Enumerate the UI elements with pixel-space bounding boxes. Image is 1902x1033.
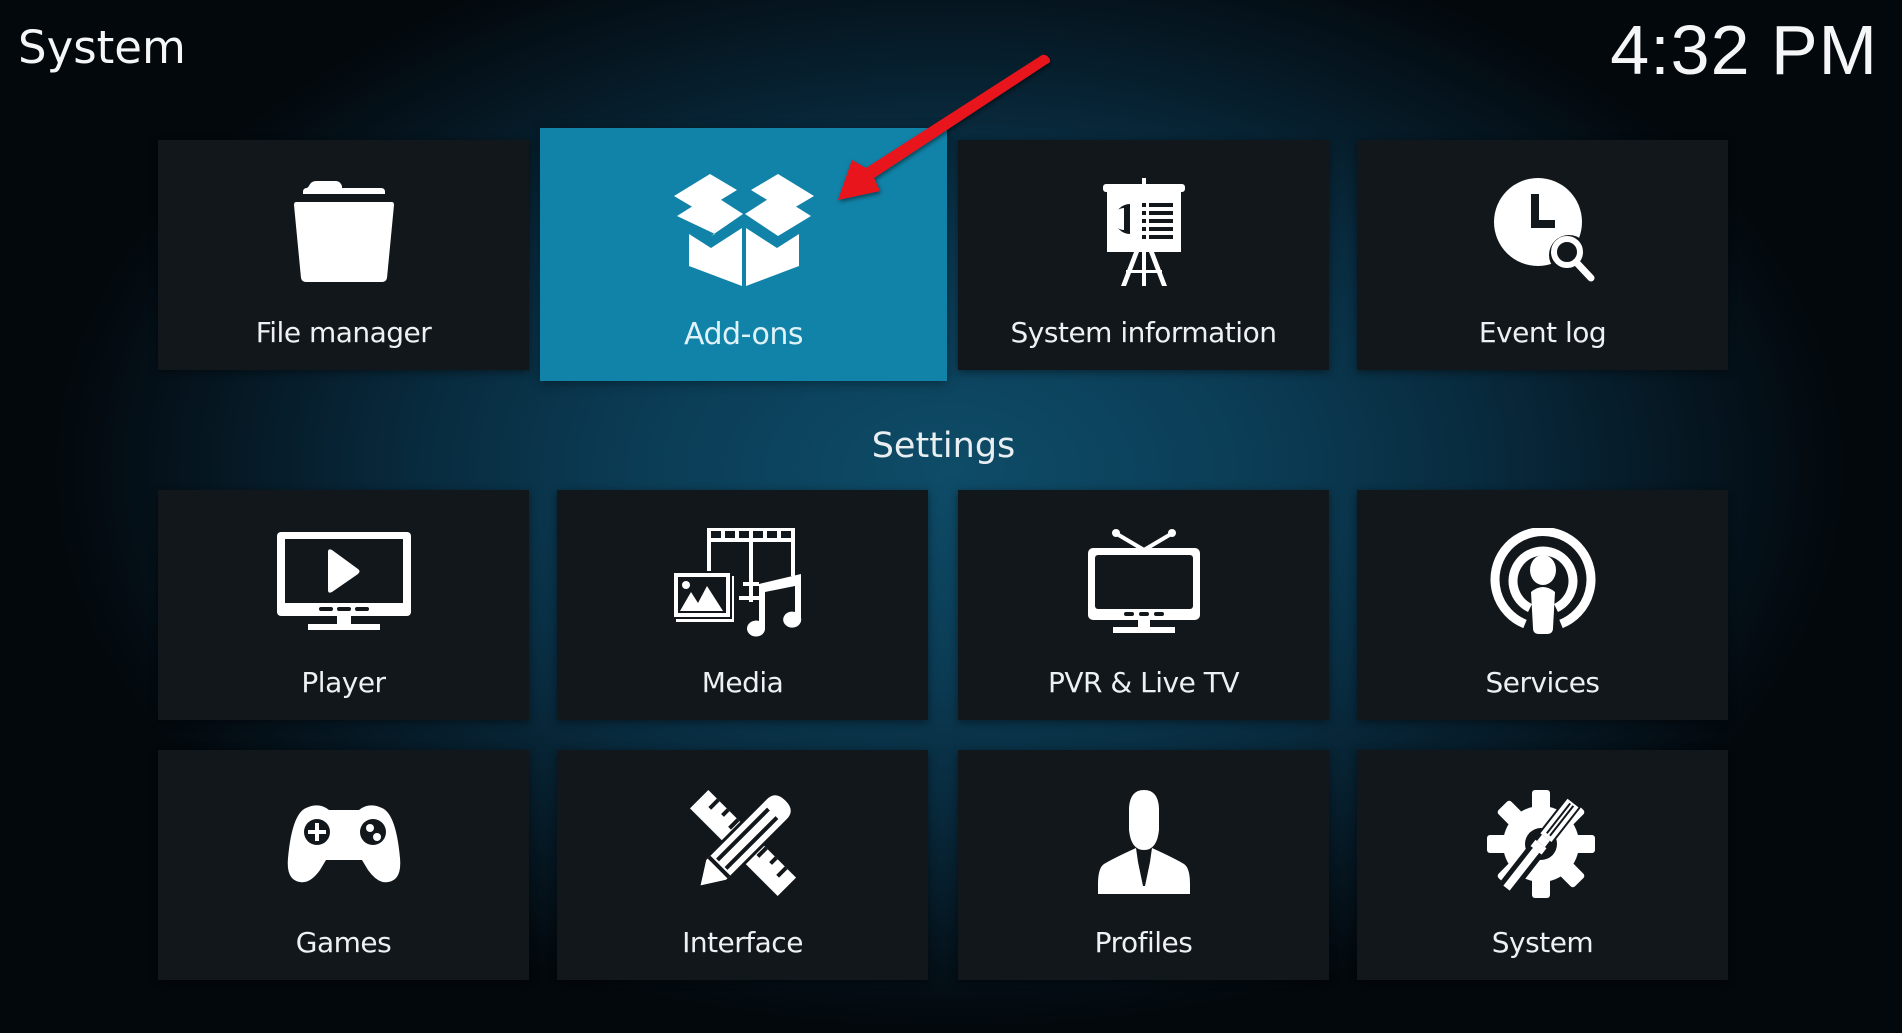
tile-event-log[interactable]: Event log xyxy=(1357,140,1728,370)
tile-games[interactable]: Games xyxy=(158,750,529,980)
tile-file-manager[interactable]: File manager xyxy=(158,140,529,370)
folder-icon xyxy=(274,178,414,288)
user-silhouette-icon xyxy=(1074,788,1214,898)
pencil-ruler-icon xyxy=(673,788,813,898)
presentation-board-icon xyxy=(1074,178,1214,288)
monitor-play-icon xyxy=(274,528,414,638)
tile-profiles[interactable]: Profiles xyxy=(958,750,1329,980)
tile-player[interactable]: Player xyxy=(158,490,529,720)
tile-label: PVR & Live TV xyxy=(1048,666,1239,699)
clock: 4:32 PM xyxy=(1610,11,1878,89)
gear-tools-icon xyxy=(1473,788,1613,898)
tile-system-information[interactable]: System information xyxy=(958,140,1329,370)
tile-pvr-live-tv[interactable]: PVR & Live TV xyxy=(958,490,1329,720)
tile-label: Games xyxy=(295,926,392,959)
tile-label: Event log xyxy=(1478,316,1607,349)
section-title-settings: Settings xyxy=(871,426,1016,466)
tile-services[interactable]: Services xyxy=(1357,490,1728,720)
tile-label: Services xyxy=(1485,666,1600,699)
gamepad-icon xyxy=(274,788,414,898)
broadcast-person-icon xyxy=(1473,528,1613,638)
tile-add-ons[interactable]: Add-ons xyxy=(540,128,947,381)
tile-label: System xyxy=(1491,926,1594,959)
media-collage-icon xyxy=(672,528,813,638)
tile-label: System information xyxy=(1010,316,1277,349)
clock-search-icon xyxy=(1473,178,1613,288)
package-box-icon xyxy=(669,168,819,288)
page-title: System xyxy=(18,21,186,74)
tile-label: Add-ons xyxy=(684,317,803,352)
tile-label: Interface xyxy=(682,926,803,959)
tile-interface[interactable]: Interface xyxy=(557,750,928,980)
tile-label: Player xyxy=(301,666,386,699)
tile-label: File manager xyxy=(255,316,432,349)
tile-media[interactable]: Media xyxy=(557,490,928,720)
tile-label: Media xyxy=(701,666,784,699)
tv-antenna-icon xyxy=(1074,528,1214,638)
tile-system[interactable]: System xyxy=(1357,750,1728,980)
tile-label: Profiles xyxy=(1094,926,1193,959)
